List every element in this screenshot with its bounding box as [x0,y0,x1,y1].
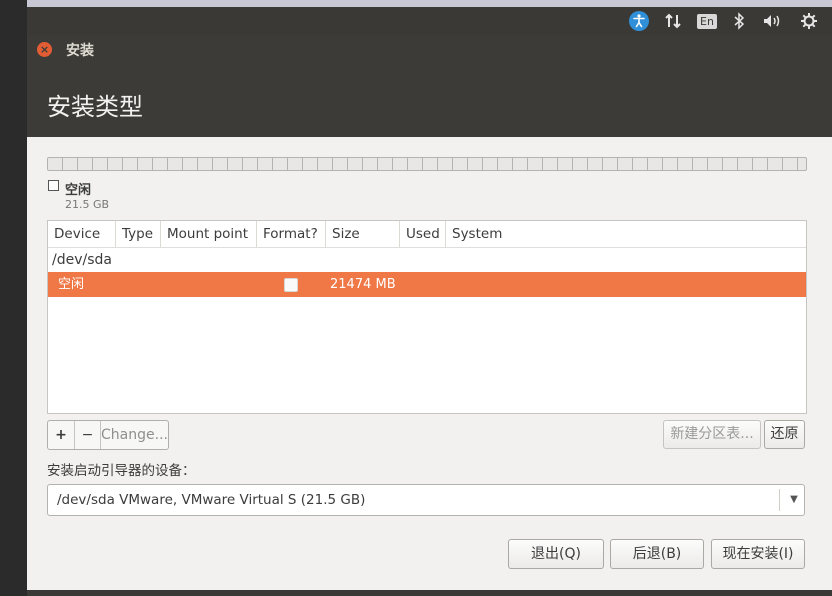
column-size[interactable]: Size [326,221,400,247]
row-device: 空闲 [58,277,85,292]
remove-partition-button[interactable]: − [74,421,100,449]
bootloader-device-select[interactable]: /dev/sda VMware, VMware Virtual S (21.5 … [47,484,805,516]
installer-window: × 安装 安装类型 空闲 21.5 GB Device Type Mount p… [27,35,832,590]
column-format[interactable]: Format? [257,221,326,247]
desktop-edge [0,0,27,596]
column-system[interactable]: System [446,221,806,247]
partition-bar [47,157,807,171]
install-now-button[interactable]: 现在安装(I) [711,539,805,569]
window-title: 安装 [66,43,94,59]
volume-icon[interactable] [760,7,786,35]
column-used[interactable]: Used [400,221,446,247]
dropdown-separator [779,489,780,511]
bluetooth-icon[interactable] [729,7,749,35]
window-titlebar: × 安装 安装类型 [27,35,832,137]
bootloader-device-value: /dev/sda VMware, VMware Virtual S (21.5 … [57,492,366,508]
keyboard-layout-label: En [697,13,717,29]
new-partition-table-button[interactable]: 新建分区表... [663,420,761,449]
back-button[interactable]: 后退(B) [610,539,704,569]
page-title: 安装类型 [47,93,143,121]
table-row-selected[interactable]: 空闲 21474 MB [48,272,806,297]
partition-toolbar: + − Change... [47,420,169,450]
accessibility-icon[interactable] [627,7,651,35]
column-type[interactable]: Type [116,221,161,247]
keyboard-layout-icon[interactable]: En [695,7,719,35]
close-icon[interactable]: × [37,42,52,57]
column-mount-point[interactable]: Mount point [161,221,257,247]
settings-icon[interactable] [797,7,821,35]
table-header: Device Type Mount point Format? Size Use… [48,221,806,248]
change-partition-button[interactable]: Change... [100,421,168,449]
chevron-down-icon[interactable]: ▼ [786,485,802,515]
window-bottom-edge [27,590,832,596]
quit-button[interactable]: 退出(Q) [508,539,604,569]
add-partition-button[interactable]: + [48,421,74,449]
free-space-legend-size: 21.5 GB [65,198,110,211]
network-icon[interactable] [661,7,685,35]
top-menubar: En [27,7,832,35]
table-row-device[interactable]: /dev/sda [48,248,806,272]
partition-table: Device Type Mount point Format? Size Use… [47,220,807,414]
revert-button[interactable]: 还原 [764,420,805,449]
free-space-legend-label: 空闲 [65,183,92,198]
bootloader-device-label: 安装启动引导器的设备： [47,463,196,479]
column-device[interactable]: Device [48,221,116,247]
format-checkbox[interactable] [284,278,298,292]
free-space-legend-swatch [48,180,59,191]
row-size: 21474 MB [330,277,396,292]
device-name: /dev/sda [52,252,112,268]
desktop-top-strip [27,0,832,7]
